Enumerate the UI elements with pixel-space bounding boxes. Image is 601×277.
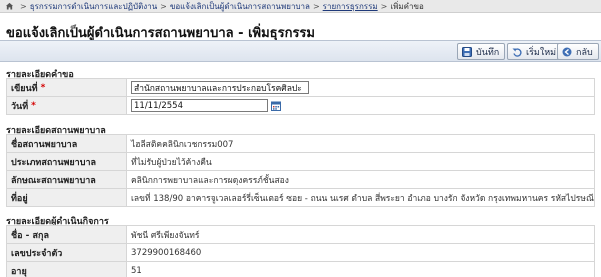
date-input[interactable]	[131, 99, 268, 112]
breadcrumb-separator: >	[20, 1, 27, 11]
save-icon	[462, 46, 472, 57]
date-row: วันที่ *	[6, 96, 595, 115]
save-button-label: บันทึก	[476, 47, 500, 58]
breadcrumb-separator: >	[380, 1, 388, 11]
reset-button-label: เริ่มใหม่	[526, 47, 557, 58]
calendar-icon[interactable]	[271, 101, 281, 111]
breadcrumb-item-cancel-operator[interactable]: ขอแจ้งเลิกเป็นผู้ดำเนินการสถานพยาบาล	[170, 0, 310, 13]
breadcrumb-item-transaction-list[interactable]: รายการธุรกรรม	[323, 0, 378, 13]
breadcrumb-item-transactions[interactable]: ธุรกรรมการดำเนินการและปฏิบัติงาน	[30, 0, 157, 13]
required-marker: *	[31, 100, 36, 111]
back-icon	[562, 47, 572, 56]
operator-age-value: 51	[131, 265, 142, 276]
written-at-value-cell	[127, 79, 594, 96]
date-value-cell	[127, 97, 594, 114]
breadcrumb-separator: >	[160, 1, 167, 11]
facility-address-row: ที่อยู่ เลขที่ 138/90 อาคารจูเวลเลอร์รี่…	[6, 188, 595, 207]
breadcrumb-item-add-request: เพิ่มคำขอ	[390, 1, 424, 11]
operator-age-row: อายุ 51	[6, 261, 595, 277]
facility-type-value: ที่ไม่รับผู้ป่วยไว้ค้างคืน	[131, 157, 212, 168]
facility-character-value: คลินิกการพยาบาลและการผดุงครรภ์ชั้นสอง	[131, 175, 289, 186]
operator-name-value: พัชนี ศรีเพียงจันทร์	[131, 230, 200, 241]
back-button-label: กลับ	[576, 47, 593, 58]
date-label: วันที่	[11, 101, 29, 112]
facility-type-label: ประเภทสถานพยาบาล	[7, 153, 127, 170]
facility-address-value: เลขที่ 138/90 อาคารจูเวลเลอร์รี่เซ็นเตอร…	[131, 193, 594, 204]
facility-character-row: ลักษณะสถานพยาบาล คลินิกการพยาบาลและการผด…	[6, 170, 595, 189]
facility-type-row: ประเภทสถานพยาบาล ที่ไม่รับผู้ป่วยไว้ค้าง…	[6, 152, 595, 171]
breadcrumb: > ธุรกรรมการดำเนินการและปฏิบัติงาน > ขอแ…	[0, 0, 601, 13]
written-at-label: เขียนที่	[11, 83, 38, 94]
written-at-row: เขียนที่ *	[6, 78, 595, 97]
toolbar: บันทึก เริ่มใหม่ กลับ	[0, 40, 601, 62]
breadcrumb-separator: >	[312, 1, 320, 11]
facility-name-label: ชื่อสถานพยาบาล	[7, 135, 127, 152]
facility-name-value: ไฮลีสติคคลินิกเวชกรรม007	[131, 139, 234, 150]
operator-name-row: ชื่อ - สกุล พัชนี ศรีเพียงจันทร์	[6, 225, 595, 244]
undo-icon	[512, 47, 522, 57]
operator-age-label: อายุ	[7, 262, 127, 277]
home-icon[interactable]	[5, 2, 14, 10]
date-label-cell: วันที่ *	[7, 97, 127, 114]
reset-button[interactable]: เริ่มใหม่	[507, 43, 563, 60]
written-at-input[interactable]	[131, 81, 309, 94]
facility-name-row: ชื่อสถานพยาบาล ไฮลีสติคคลินิกเวชกรรม007	[6, 134, 595, 153]
written-at-label-cell: เขียนที่ *	[7, 79, 127, 96]
back-button[interactable]: กลับ	[557, 43, 599, 60]
operator-id-row: เลขประจำตัว 3729900168460	[6, 243, 595, 262]
operator-id-value: 3729900168460	[131, 247, 202, 258]
operator-id-label: เลขประจำตัว	[7, 244, 127, 261]
facility-character-label: ลักษณะสถานพยาบาล	[7, 171, 127, 188]
save-button[interactable]: บันทึก	[457, 43, 506, 60]
facility-address-label: ที่อยู่	[7, 189, 127, 206]
operator-name-label: ชื่อ - สกุล	[7, 226, 127, 243]
required-marker: *	[40, 82, 46, 93]
